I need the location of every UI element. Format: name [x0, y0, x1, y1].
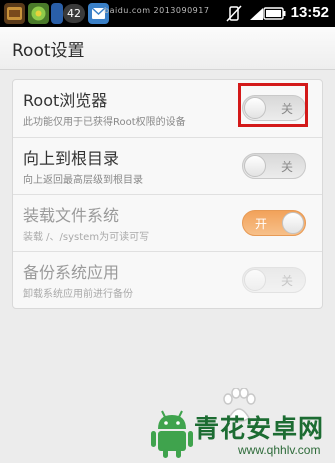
toggle-knob — [244, 269, 266, 291]
setting-row-mount-filesystem: 装载文件系统 装载 /、/system为可读可写 开 — [13, 194, 322, 252]
backup-system-apps-toggle: 关 — [242, 267, 306, 293]
settings-list: Root浏览器 此功能仅用于已获得Root权限的设备 关 向上到根目录 向上返回… — [12, 79, 323, 309]
status-watermark: baidu.com 2013090917 — [104, 6, 210, 15]
battery-icon — [262, 5, 286, 22]
android-robot-icon — [150, 407, 194, 459]
setting-title: 装载文件系统 — [23, 206, 120, 225]
toggle-label: 关 — [280, 274, 293, 288]
clock: 13:52 — [290, 4, 329, 21]
brand-name: 青花安卓网 — [194, 414, 325, 443]
setting-title: 备份系统应用 — [23, 263, 120, 282]
notification-count-badge: 42 — [63, 4, 85, 23]
silent-mode-icon — [225, 5, 243, 22]
title-bar: Root设置 — [0, 27, 335, 70]
app-notification-icon — [4, 3, 25, 24]
go-to-root-toggle[interactable]: 关 — [242, 153, 306, 179]
toggle-label: 开 — [255, 217, 268, 231]
gallery-icon — [28, 3, 49, 24]
toggle-label: 关 — [280, 160, 293, 174]
setting-title: 向上到根目录 — [23, 149, 120, 168]
setting-subtitle: 装载 /、/system为可读可写 — [23, 232, 150, 243]
mount-filesystem-toggle: 开 — [242, 210, 306, 236]
toggle-knob — [244, 155, 266, 177]
page-title: Root设置 — [12, 41, 85, 61]
setting-title: Root浏览器 — [23, 91, 108, 110]
setting-subtitle: 卸载系统应用前进行备份 — [23, 289, 133, 300]
brand-watermark: 青花安卓网 www.qhhlv.com — [150, 405, 335, 463]
setting-row-go-to-root[interactable]: 向上到根目录 向上返回最高层级到根目录 关 — [13, 137, 322, 195]
highlight-annotation-box — [238, 83, 308, 127]
setting-row-backup-system-apps: 备份系统应用 卸载系统应用前进行备份 关 — [13, 251, 322, 309]
setting-row-root-browser[interactable]: Root浏览器 此功能仅用于已获得Root权限的设备 关 — [13, 80, 322, 137]
setting-subtitle: 此功能仅用于已获得Root权限的设备 — [23, 117, 186, 128]
brand-url: www.qhhlv.com — [238, 443, 321, 457]
setting-subtitle: 向上返回最高层级到根目录 — [23, 175, 143, 186]
status-bar: 42 baidu.com 2013090917 13:52 — [0, 0, 335, 27]
toggle-knob — [282, 212, 304, 234]
browser-icon — [51, 3, 63, 24]
